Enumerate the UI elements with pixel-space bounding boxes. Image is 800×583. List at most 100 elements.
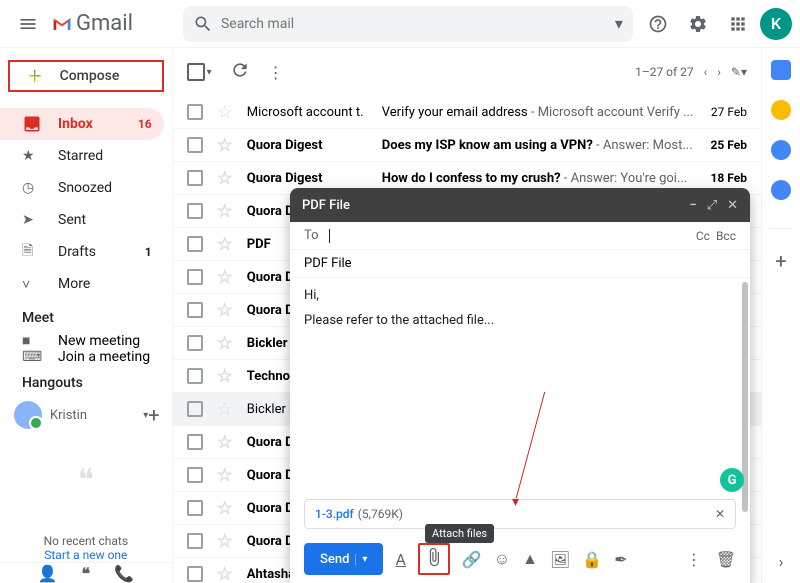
hangouts-user[interactable]: Kristin▾ +: [0, 397, 172, 433]
phone-icon[interactable]: 📞: [114, 564, 134, 583]
email-checkbox[interactable]: [187, 500, 203, 516]
email-checkbox[interactable]: [187, 269, 203, 285]
star-icon[interactable]: ☆: [217, 135, 233, 156]
star-icon[interactable]: ☆: [217, 267, 233, 288]
attach-files-icon[interactable]: [418, 543, 450, 575]
start-chat-link[interactable]: Start a new one: [0, 548, 172, 562]
calendar-icon[interactable]: [771, 60, 791, 80]
star-icon[interactable]: ☆: [217, 168, 233, 189]
join-meeting-button[interactable]: ⌨Join a meeting: [0, 349, 172, 365]
cc-button[interactable]: Cc: [696, 229, 710, 243]
discard-draft-icon[interactable]: 🗑: [716, 550, 736, 569]
email-checkbox[interactable]: [187, 104, 203, 120]
email-checkbox[interactable]: [187, 137, 203, 153]
side-panel: + ›: [761, 48, 800, 583]
bcc-button[interactable]: Bcc: [716, 229, 736, 243]
collapse-panel-icon[interactable]: ›: [779, 552, 784, 571]
email-checkbox[interactable]: [187, 566, 203, 582]
send-options-icon[interactable]: ▾: [355, 554, 367, 565]
star-icon[interactable]: ☆: [217, 465, 233, 486]
insert-emoji-icon[interactable]: ☺: [494, 549, 510, 569]
sidebar-item-snoozed[interactable]: ◷Snoozed: [0, 172, 164, 204]
sidebar-item-sent[interactable]: ➤Sent: [0, 204, 164, 236]
chat-icon[interactable]: ❝: [82, 564, 91, 583]
star-icon[interactable]: ☆: [217, 399, 233, 420]
star-icon[interactable]: ☆: [217, 498, 233, 519]
star-icon[interactable]: ☆: [217, 366, 233, 387]
sidebar-item-inbox[interactable]: Inbox16: [0, 108, 164, 140]
email-checkbox[interactable]: [187, 203, 203, 219]
more-menu-icon[interactable]: ⋮: [268, 63, 284, 82]
attach-tooltip: Attach files: [425, 524, 494, 543]
contacts-icon[interactable]: [771, 180, 791, 200]
sidebar-item-more[interactable]: ˅More: [0, 268, 164, 300]
meet-section-title: Meet: [0, 300, 172, 332]
star-icon[interactable]: ☆: [217, 300, 233, 321]
prev-page-icon[interactable]: ‹: [704, 65, 708, 79]
email-row[interactable]: ☆Microsoft account t.Verify your email a…: [173, 96, 761, 129]
fullscreen-icon[interactable]: ⤢: [707, 198, 717, 213]
email-checkbox[interactable]: [187, 236, 203, 252]
insert-signature-icon[interactable]: ✒: [614, 550, 627, 569]
account-avatar[interactable]: K: [760, 8, 792, 40]
select-dropdown-icon[interactable]: ▾: [207, 67, 212, 78]
star-icon[interactable]: ☆: [217, 102, 233, 123]
insert-drive-icon[interactable]: ▲: [522, 549, 538, 569]
email-checkbox[interactable]: [187, 533, 203, 549]
email-checkbox[interactable]: [187, 368, 203, 384]
minimize-icon[interactable]: −: [689, 198, 696, 213]
to-field[interactable]: To CcBcc: [290, 222, 750, 250]
person-icon[interactable]: 👤: [38, 564, 58, 583]
email-checkbox[interactable]: [187, 401, 203, 417]
search-icon: [193, 14, 213, 34]
email-checkbox[interactable]: [187, 434, 203, 450]
select-all-checkbox[interactable]: [187, 63, 205, 81]
gmail-logo[interactable]: Gmail: [52, 11, 133, 36]
help-icon[interactable]: [640, 6, 676, 42]
remove-attachment-icon[interactable]: ✕: [715, 507, 725, 521]
insert-photo-icon[interactable]: 🖼: [550, 550, 570, 569]
refresh-icon[interactable]: [230, 60, 250, 84]
grammarly-icon[interactable]: G: [720, 468, 744, 492]
more-options-icon[interactable]: ⋮: [686, 550, 702, 569]
send-button[interactable]: Send▾: [304, 543, 383, 575]
compose-body[interactable]: Hi, Please refer to the attached file...: [290, 278, 750, 499]
sidebar-item-drafts[interactable]: 🗎Drafts1: [0, 236, 164, 268]
bottom-icons: 👤 ❝ 📞: [0, 562, 172, 583]
star-icon[interactable]: ☆: [217, 432, 233, 453]
tasks-icon[interactable]: [771, 140, 791, 160]
new-meeting-button[interactable]: ■New meeting: [0, 332, 172, 349]
star-icon[interactable]: ☆: [217, 564, 233, 583]
compose-button[interactable]: + Compose: [8, 60, 164, 92]
star-icon[interactable]: ☆: [217, 201, 233, 222]
settings-gear-icon[interactable]: [680, 6, 716, 42]
email-checkbox[interactable]: [187, 467, 203, 483]
sidebar-item-starred[interactable]: ★Starred: [0, 140, 164, 172]
hangouts-placeholder-icon: ❝: [0, 463, 172, 498]
keep-icon[interactable]: [771, 100, 791, 120]
add-person-icon[interactable]: +: [148, 403, 159, 427]
star-icon[interactable]: ☆: [217, 531, 233, 552]
email-checkbox[interactable]: [187, 335, 203, 351]
email-row[interactable]: ☆Quora DigestDoes my ISP know am using a…: [173, 129, 761, 162]
get-addons-icon[interactable]: +: [775, 249, 786, 273]
compose-header[interactable]: PDF File − ⤢ ✕: [290, 188, 750, 222]
next-page-icon[interactable]: ›: [717, 65, 721, 79]
email-checkbox[interactable]: [187, 170, 203, 186]
insert-link-icon[interactable]: 🔗: [462, 550, 482, 569]
confidential-mode-icon[interactable]: 🔒: [582, 550, 602, 569]
close-icon[interactable]: ✕: [727, 198, 738, 213]
search-bar[interactable]: ▾: [183, 6, 633, 42]
header: Gmail ▾ K: [0, 0, 800, 48]
star-icon[interactable]: ☆: [217, 333, 233, 354]
search-input[interactable]: [221, 16, 615, 32]
star-icon[interactable]: ☆: [217, 234, 233, 255]
formatting-icon[interactable]: A: [395, 550, 405, 569]
search-options-icon[interactable]: ▾: [615, 14, 623, 33]
attachment-chip[interactable]: 1-3.pdf (5,769K) ✕: [304, 499, 736, 529]
apps-grid-icon[interactable]: [720, 6, 756, 42]
hamburger-menu-icon[interactable]: [8, 4, 48, 44]
input-tools-icon[interactable]: ✎▾: [731, 65, 747, 79]
subject-field[interactable]: PDF File: [290, 250, 750, 278]
email-checkbox[interactable]: [187, 302, 203, 318]
